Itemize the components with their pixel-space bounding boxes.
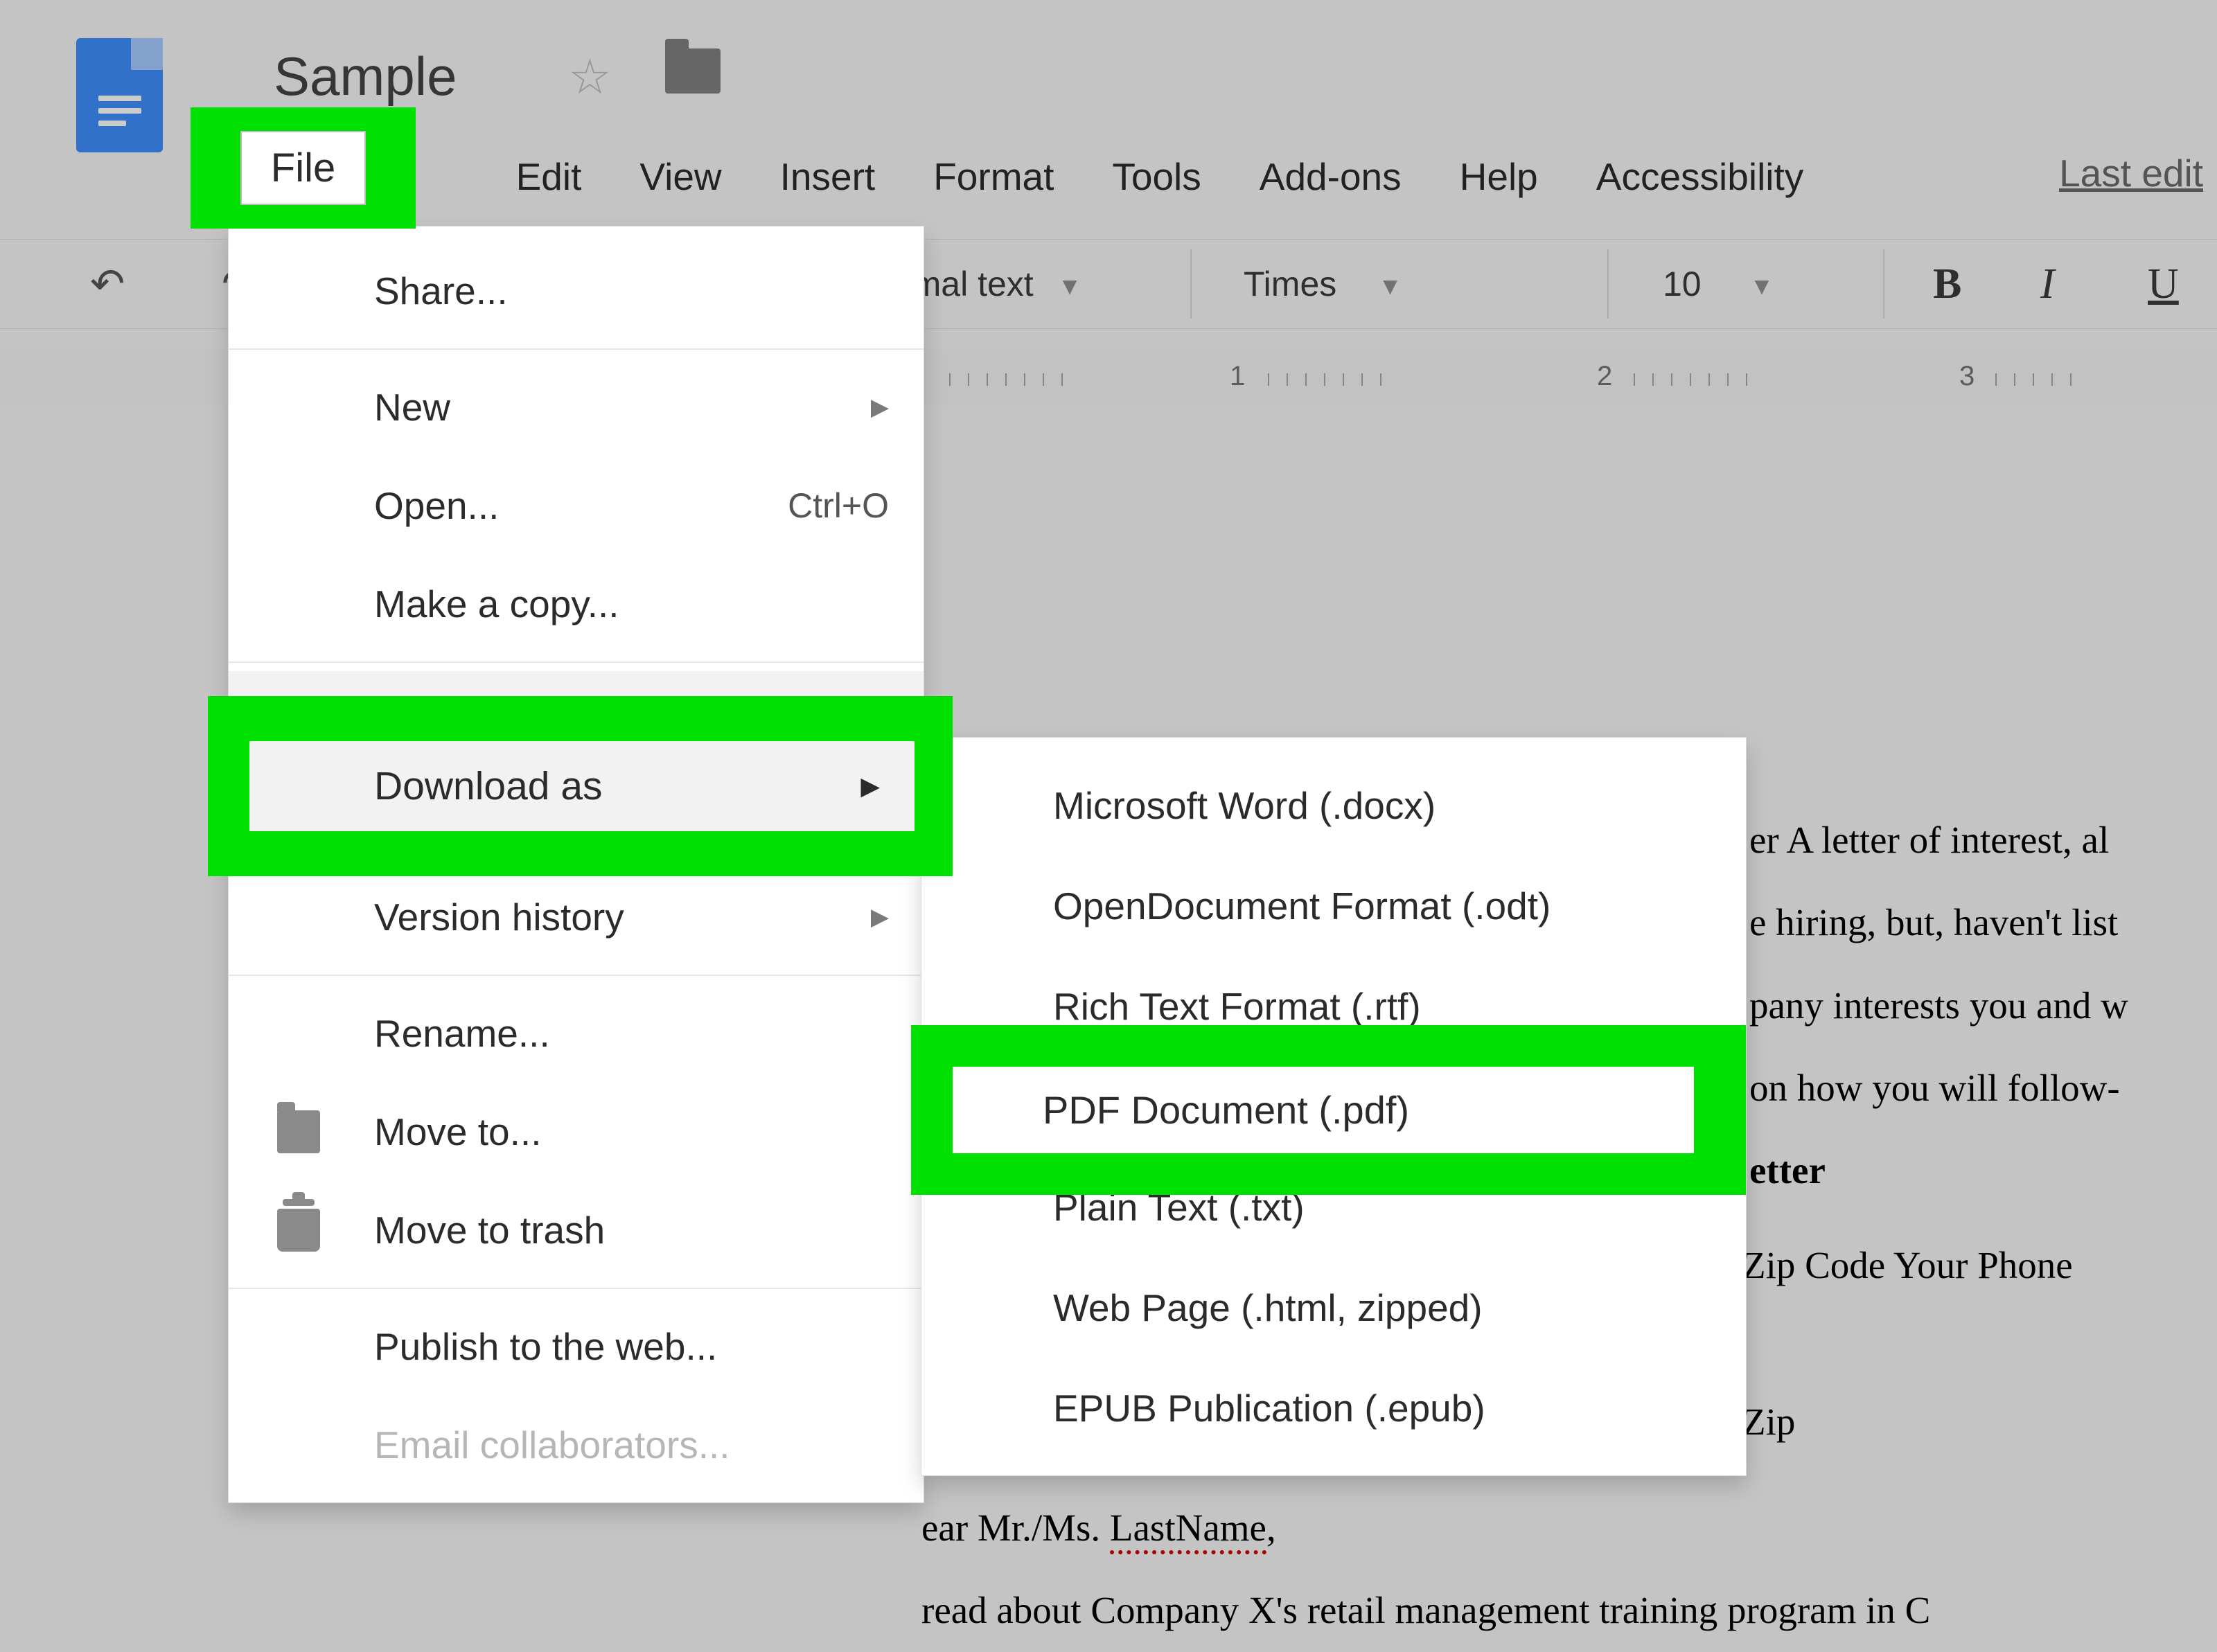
file-menu-new[interactable]: New▶ bbox=[229, 358, 924, 456]
download-docx[interactable]: Microsoft Word (.docx) bbox=[921, 755, 1746, 855]
file-menu-move-to[interactable]: Move to... bbox=[229, 1083, 924, 1181]
doc-line: er A letter of interest, al bbox=[1749, 810, 2217, 869]
menu-insert[interactable]: Insert bbox=[751, 148, 905, 206]
undo-icon[interactable]: ↶ bbox=[90, 260, 125, 308]
toolbar-divider bbox=[1883, 249, 1884, 319]
underline-button[interactable]: U bbox=[2148, 260, 2179, 309]
file-menu-move-trash[interactable]: Move to trash bbox=[229, 1181, 924, 1279]
paragraph-style-dropdown[interactable]: rmal text▼ bbox=[901, 264, 1081, 304]
file-menu-rename[interactable]: Rename... bbox=[229, 984, 924, 1083]
toolbar-divider bbox=[1607, 249, 1609, 319]
last-edit-link[interactable]: Last edit bbox=[2059, 151, 2203, 195]
ruler-mark-1: 1 bbox=[1230, 361, 1245, 392]
bold-button[interactable]: B bbox=[1933, 260, 1961, 309]
download-html[interactable]: Web Page (.html, zipped) bbox=[921, 1257, 1746, 1358]
doc-line: etter bbox=[1749, 1141, 2217, 1200]
file-menu-share[interactable]: Share... bbox=[229, 242, 924, 340]
file-menu-open[interactable]: Open...Ctrl+O bbox=[229, 456, 924, 555]
ruler-mark-3: 3 bbox=[1959, 361, 1975, 392]
font-family-dropdown[interactable]: Times▼ bbox=[1244, 264, 1402, 304]
menu-format[interactable]: Format bbox=[904, 148, 1083, 206]
doc-line: ear Mr./Ms. LastName, bbox=[921, 1498, 2217, 1557]
doc-line: pany interests you and w bbox=[1749, 976, 2217, 1035]
menu-edit[interactable]: Edit bbox=[487, 148, 611, 206]
doc-line: Zip Code Your Phone bbox=[1742, 1236, 2217, 1295]
star-icon[interactable]: ☆ bbox=[568, 48, 612, 105]
doc-line: read about Company X's retail management… bbox=[921, 1581, 2217, 1640]
download-epub[interactable]: EPUB Publication (.epub) bbox=[921, 1358, 1746, 1458]
download-pdf[interactable]: PDF Document (.pdf) bbox=[953, 1067, 1694, 1153]
menu-tools[interactable]: Tools bbox=[1083, 148, 1230, 206]
doc-line: e hiring, but, haven't list bbox=[1749, 893, 2217, 952]
file-menu-make-copy[interactable]: Make a copy... bbox=[229, 555, 924, 653]
highlight-pdf: PDF Document (.pdf) bbox=[911, 1025, 1746, 1195]
file-menu-email-collab: Email collaborators... bbox=[229, 1396, 924, 1494]
highlight-file-menu: File bbox=[191, 107, 416, 229]
toolbar-divider bbox=[1190, 249, 1192, 319]
font-size-dropdown[interactable]: 10▼ bbox=[1663, 264, 1774, 304]
menu-accessibility[interactable]: Accessibility bbox=[1567, 148, 1833, 206]
menu-addons[interactable]: Add-ons bbox=[1230, 148, 1431, 206]
italic-button[interactable]: I bbox=[2040, 260, 2055, 309]
file-menu-version-history[interactable]: Version history▶ bbox=[229, 868, 924, 966]
menu-file[interactable]: File bbox=[240, 131, 366, 205]
move-folder-icon[interactable] bbox=[665, 48, 721, 94]
menu-bar: File Edit View Insert Format Tools Add-o… bbox=[246, 145, 2217, 208]
docs-logo-icon bbox=[76, 38, 163, 152]
ruler-mark-2: 2 bbox=[1597, 361, 1612, 392]
trash-icon bbox=[277, 1209, 320, 1252]
document-title[interactable]: Sample bbox=[274, 45, 457, 108]
file-menu-download-as[interactable]: Download as▶ bbox=[249, 741, 915, 831]
folder-icon bbox=[277, 1110, 320, 1153]
doc-line: on how you will follow- bbox=[1749, 1058, 2217, 1117]
menu-view[interactable]: View bbox=[610, 148, 750, 206]
menu-help[interactable]: Help bbox=[1431, 148, 1567, 206]
doc-line: Zip bbox=[1742, 1392, 2217, 1451]
file-menu-publish[interactable]: Publish to the web... bbox=[229, 1297, 924, 1396]
download-odt[interactable]: OpenDocument Format (.odt) bbox=[921, 855, 1746, 956]
highlight-download-as: Download as▶ bbox=[208, 696, 953, 876]
